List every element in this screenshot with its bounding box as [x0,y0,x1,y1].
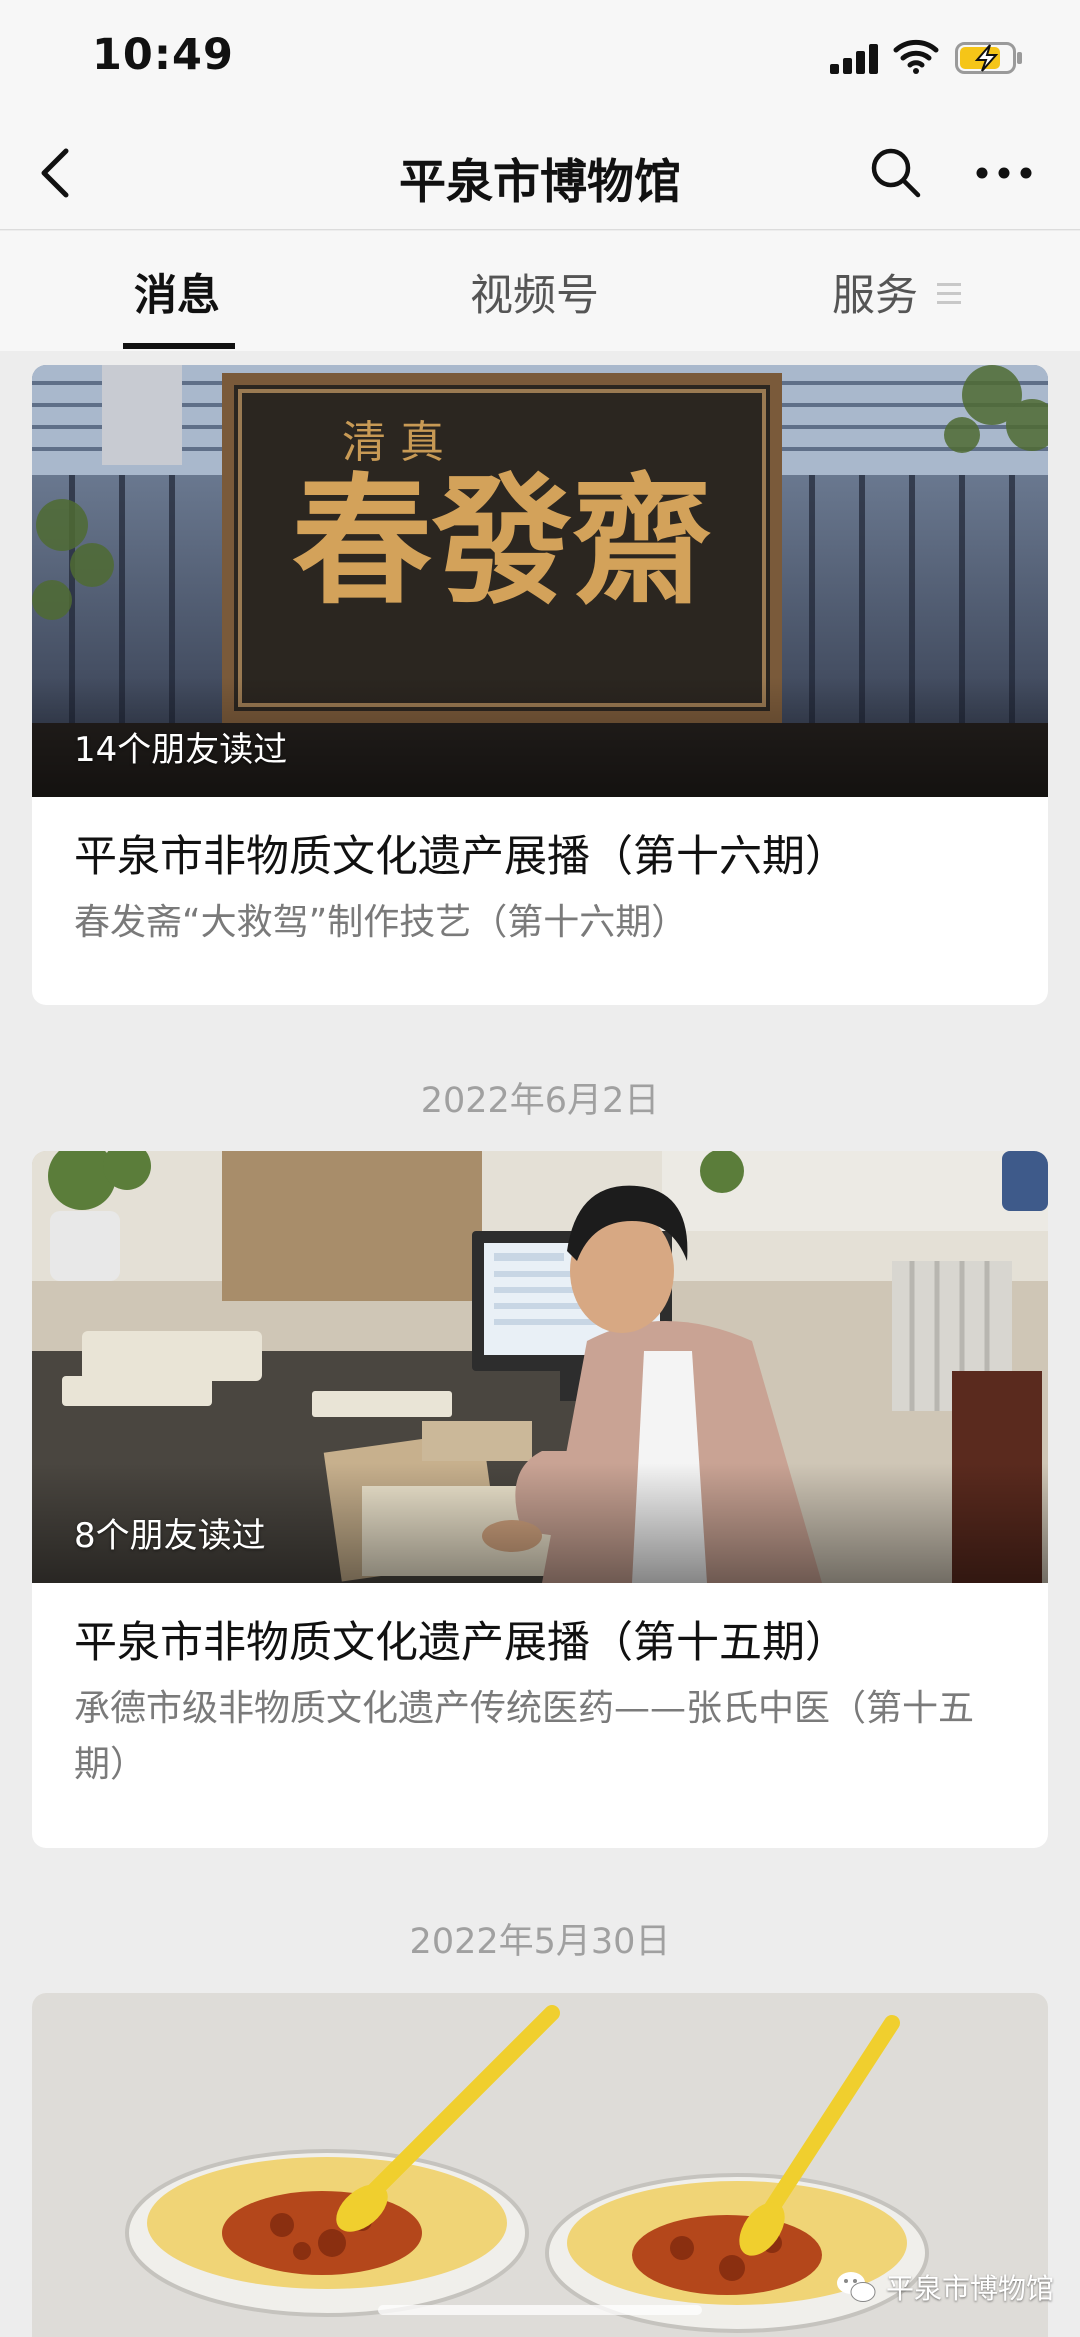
article-subtitle: 承德市级非物质文化遗产传统医药——张氏中医（第十五期） [74,1688,975,1785]
tab-services[interactable]: 服务 [832,261,918,323]
friends-read-count: 14个朋友读过 [74,730,288,770]
watermark-text: 平泉市博物馆 [886,2272,1055,2305]
active-tab-indicator [123,343,235,349]
menu-icon[interactable] [937,283,961,305]
home-indicator[interactable] [378,2305,702,2315]
friends-read-count: 8个朋友读过 [74,1516,266,1556]
tab-bar: 消息 视频号 服务 [0,231,1080,351]
article-title: 平泉市非物质文化遗产展播（第十五期） [74,1618,848,1668]
tab-messages[interactable]: 消息 [134,261,220,323]
article-title: 平泉市非物质文化遗产展播（第十六期） [74,832,848,882]
navigation-bar: 平泉市博物馆 [0,115,1080,230]
article-subtitle: 春发斋“大救驾”制作技艺（第十六期） [74,902,688,943]
cellular-signal-icon [830,44,880,74]
date-separator: 2022年6月2日 [420,1081,660,1121]
wifi-icon [893,39,939,74]
article-card[interactable]: 8个朋友读过 平泉市非物质文化遗产展播（第十五期） 承德市级非物质文化遗产传统医… [32,1151,1048,1848]
status-time: 10:49 [92,30,234,80]
article-card[interactable]: 清 真 春發齋 14个朋友读过 平泉市非物质文化遗产展播（第十六期） 春发斋“大… [32,365,1048,1005]
tab-channels[interactable]: 视频号 [470,261,599,323]
more-options-icon[interactable] [974,165,1034,181]
article-cover-image: 清 真 春發齋 14个朋友读过 [32,365,1048,797]
battery-charging-icon [955,42,1022,74]
watermark: 平泉市博物馆 [836,2262,1054,2312]
search-icon[interactable] [868,145,922,199]
date-separator: 2022年5月30日 [409,1922,671,1962]
status-bar: 10:49 [0,0,1080,115]
signboard-large-text: 春發齋 [292,460,712,624]
wechat-icon [837,2272,876,2302]
article-cover-image: 8个朋友读过 [32,1151,1048,1583]
